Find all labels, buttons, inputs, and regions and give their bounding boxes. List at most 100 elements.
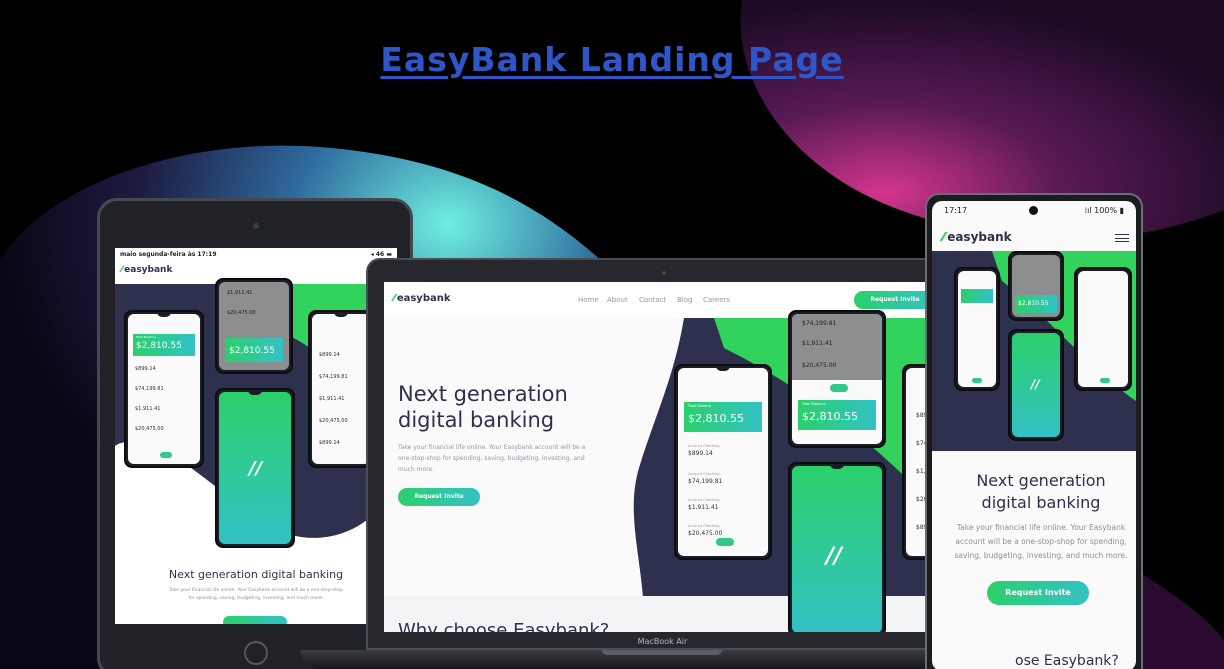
balance-card: Total Balance $2,810.55 (133, 334, 195, 356)
balance-label: Total Balance (136, 335, 156, 339)
mock-row-amount: $74,199.81 (688, 478, 723, 485)
phone-camera (1029, 206, 1038, 215)
phone-screen: 17:17 ⁞ıl 100% ▮ ⁄⁄ easybank $2,810.55 /… (932, 201, 1136, 669)
tablet-phone-mockup-c: // (215, 388, 295, 548)
phone-hero-line2: digital banking (981, 493, 1101, 512)
mock-row-amount: $1,911.41 (227, 290, 253, 296)
mock-row-amount: $20,475.00 (227, 310, 256, 316)
phone-mini-mockup-d (1074, 267, 1132, 391)
nav-request-invite-button[interactable]: Request Invite (854, 291, 936, 309)
balance-amount: $2,810.55 (688, 412, 744, 425)
easybank-mark-icon: // (826, 544, 843, 569)
phone-mini-mockup-c: // (1008, 329, 1064, 441)
mock-row-amount: $20,475.00 (319, 418, 348, 424)
hero-request-invite-button[interactable]: Request Invite (398, 488, 480, 506)
laptop-body-line3: much more. (398, 466, 435, 473)
nav-link-home[interactable]: Home (578, 296, 599, 304)
tablet-home-button[interactable] (244, 641, 268, 665)
nav-link-about[interactable]: About (607, 296, 628, 304)
mock-row-amount: $1,911.41 (802, 340, 833, 347)
laptop-hero-line2: digital banking (398, 408, 555, 432)
easybank-mark-icon: // (249, 458, 263, 479)
easybank-mark-icon: // (1031, 377, 1040, 391)
phone-body-line2: account will be a one-stop-shop for spen… (955, 537, 1127, 546)
mock-screen: Total Balance $2,810.55 Account Checking… (678, 368, 768, 556)
mock-row-amount: $74,199.81 (135, 386, 164, 392)
tablet-body-line1: Take your financial life online. Your Ea… (168, 588, 344, 593)
balance-amount: $2,810.55 (802, 410, 858, 423)
tablet-headline: Next generation digital banking (168, 568, 344, 581)
mock-row-amount: $1,911.41 (135, 406, 161, 412)
logo-text: easybank (396, 293, 451, 304)
phone-body-line1: Take your financial life online. Your Ea… (956, 523, 1126, 532)
mock-row-amount: $1,911.41 (319, 396, 345, 402)
balance-label: Total Balance (688, 404, 712, 408)
tablet-status-time: maio segunda-feira às 17:19 (120, 251, 217, 258)
nav-link-blog[interactable]: Blog (677, 296, 692, 304)
tablet-phone-mockup-d: $899.14 $74,199.81 $1,911.41 $20,475.00 … (308, 310, 374, 468)
tablet-phone-mockup-a: Total Balance $2,810.55 $899.14 $74,199.… (124, 310, 204, 468)
mock-row-amount: $74,199.81 (319, 374, 348, 380)
laptop-screen: ⁄⁄ easybank Home About Contact Blog Care… (384, 282, 943, 632)
balance-amount: $2,810.55 (1018, 300, 1049, 307)
logo-text: easybank (947, 230, 1012, 244)
why-choose-heading: Why choose Easybank? (398, 620, 610, 632)
tablet-logo[interactable]: ⁄⁄ easybank (121, 265, 172, 275)
nav-link-careers[interactable]: Careers (703, 296, 730, 304)
phone-why-choose-peek: ose Easybank? (1015, 653, 1119, 669)
laptop-phone-mockup-c: // (788, 462, 886, 632)
showcase-stage: EasyBank Landing Page maio segunda-feira… (0, 0, 1224, 669)
tablet-screen: maio segunda-feira às 17:19 ◂ 46 ▬ ⁄⁄ ea… (115, 248, 397, 624)
laptop-body-line2: one-stop-shop for spending, saving, budg… (398, 455, 585, 462)
laptop-phone-mockup-a: Total Balance $2,810.55 Account Checking… (674, 364, 772, 560)
logo-text: easybank (124, 265, 173, 275)
balance-card: Total Balance $2,810.55 (684, 402, 762, 432)
mock-screen: $74,199.81 $1,911.41 $20,475.00 Total Ba… (792, 314, 882, 444)
phone-body-line3: saving, budgeting, investing, and much m… (954, 551, 1128, 560)
mock-screen: $899.14 $74,199.81 $1,911.41 $20,475.00 … (312, 314, 370, 464)
mock-row-label: Account Checking (688, 444, 720, 448)
mock-row-amount: $899.14 (319, 352, 340, 358)
phone-logo[interactable]: ⁄⁄ easybank (942, 230, 1012, 244)
balance-amount: $2,810.55 (136, 341, 182, 351)
phone-status-battery: ⁞ıl 100% ▮ (1084, 206, 1124, 215)
mock-screen: $2,810.55 (1012, 255, 1060, 317)
phone-device: 17:17 ⁞ıl 100% ▮ ⁄⁄ easybank $2,810.55 /… (925, 193, 1143, 669)
mock-screen: // (1012, 333, 1060, 437)
tablet-camera (253, 223, 259, 229)
mock-row-amount: $74,199.81 (802, 320, 837, 327)
mock-fab-icon (716, 538, 734, 546)
phone-mini-mockup-a (954, 267, 1000, 391)
mock-row-amount: $20,475.00 (802, 362, 837, 369)
mock-row-amount: $899.14 (319, 440, 340, 446)
mock-row-label: Account Checking (688, 498, 720, 502)
page-title[interactable]: EasyBank Landing Page (0, 40, 1224, 79)
mock-fab-icon (1100, 378, 1110, 383)
tablet-body-line2: for spending, saving, budgeting, investi… (188, 596, 324, 601)
mock-row-amount: $899.14 (688, 450, 713, 457)
laptop-logo[interactable]: ⁄⁄ easybank (393, 293, 451, 304)
nav-link-contact[interactable]: Contact (639, 296, 666, 304)
laptop-body-line1: Take your financial life online. Your Ea… (398, 444, 586, 451)
mock-screen: // (792, 466, 882, 632)
balance-card: $2,810.55 (1015, 295, 1057, 313)
laptop-phone-mockup-b: $74,199.81 $1,911.41 $20,475.00 Total Ba… (788, 310, 886, 448)
hamburger-menu-icon[interactable] (1115, 234, 1129, 242)
mock-row-label: Account Checking (688, 524, 720, 528)
mock-fab-icon (160, 452, 172, 458)
phone-request-invite-button[interactable]: Request Invite (987, 581, 1089, 605)
mock-screen (958, 271, 996, 387)
mock-row-amount: $1,911.41 (688, 504, 719, 511)
tablet-request-invite-button[interactable] (223, 616, 287, 624)
tablet-phone-mockup-b: $1,911.41 $20,475.00 $2,810.55 (215, 278, 293, 374)
laptop-camera (662, 271, 666, 275)
balance-amount: $2,810.55 (229, 346, 275, 356)
mock-screen: // (219, 392, 291, 544)
mock-row-amount: $20,475.00 (135, 426, 164, 432)
balance-card: Total Balance $2,810.55 (798, 400, 876, 430)
balance-label: Total Balance (802, 402, 826, 406)
mock-row-amount: $899.14 (135, 366, 156, 372)
tablet-status-signal: ◂ 46 ▬ (370, 251, 392, 258)
mock-fab-icon (830, 384, 848, 392)
balance-card (961, 289, 993, 303)
